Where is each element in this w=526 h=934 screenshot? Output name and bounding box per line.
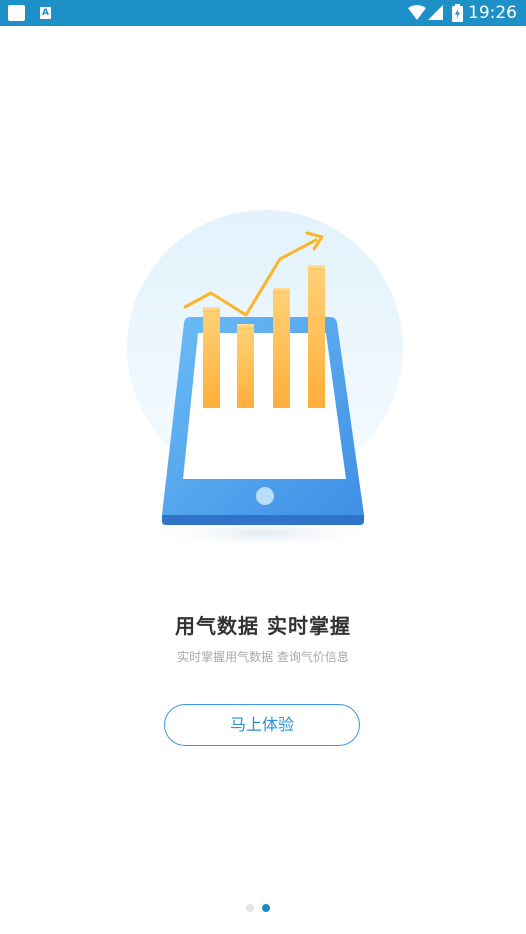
app-square-icon [8,5,25,21]
bar-4 [308,268,325,408]
wifi-icon [408,5,426,20]
data-chart-illustration [127,210,403,549]
onboarding-title: 用气数据 实时掌握 [175,614,351,638]
status-bar: A 19:26 [0,0,526,26]
battery-charging-icon [452,4,463,22]
tablet-icon [162,317,364,525]
signal-icon [428,5,443,20]
page-dot-1[interactable] [246,904,254,912]
tablet-home-button [256,487,274,505]
bar-2 [237,327,254,408]
bar-3 [273,291,290,408]
clock: 19:26 [468,3,517,23]
font-a-icon: A [40,7,51,19]
onboarding-subtitle: 实时掌握用气数据 查询气价信息 [177,650,349,664]
start-experience-button[interactable]: 马上体验 [164,704,360,746]
page-dot-2-active[interactable] [262,904,270,912]
bar-1 [203,310,220,408]
